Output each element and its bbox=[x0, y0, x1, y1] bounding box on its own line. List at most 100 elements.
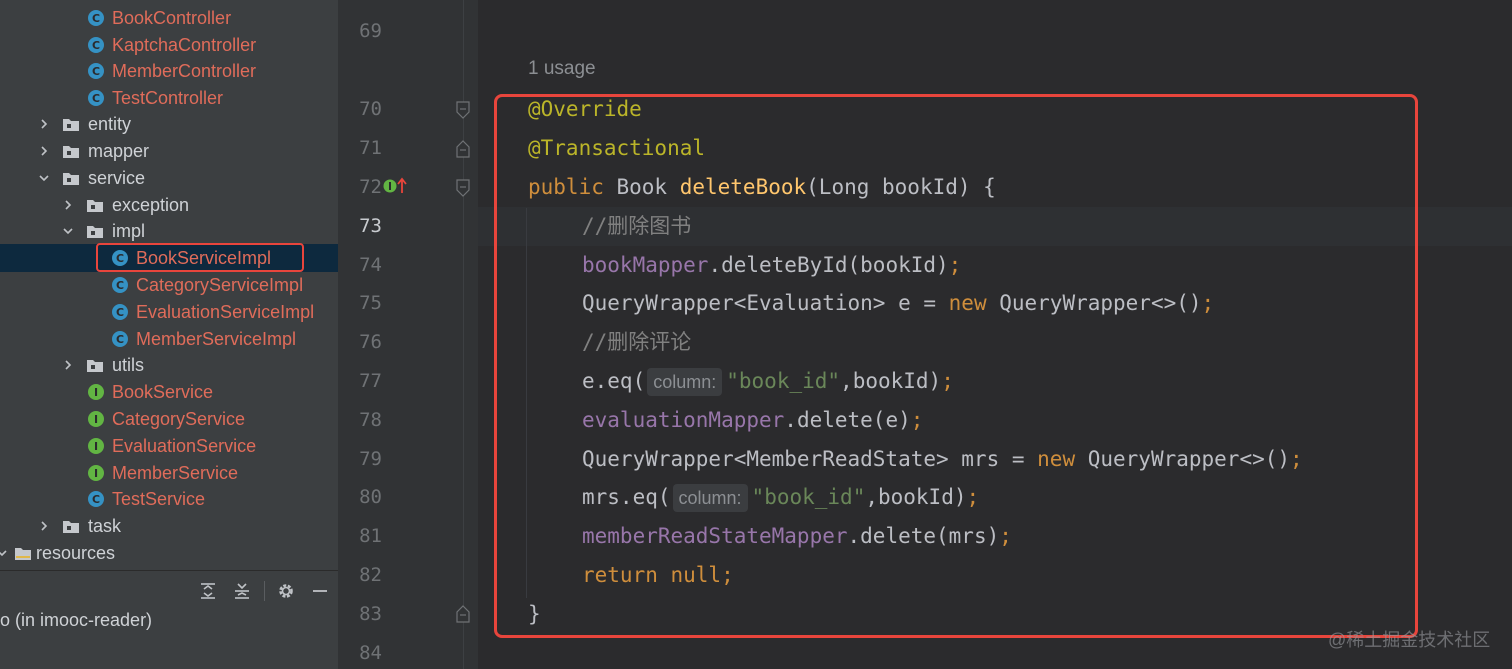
editor-gutter: 69 70 71 72 73 74 75 76 77 78 79 80 81 8… bbox=[338, 0, 478, 669]
tree-item-kaptcha-controller[interactable]: C KaptchaController bbox=[88, 32, 256, 58]
chevron-right-icon[interactable] bbox=[36, 111, 52, 137]
tree-item-label: mapper bbox=[88, 140, 150, 161]
tree-item-label: EvaluationService bbox=[112, 435, 257, 456]
tree-item-label: BookController bbox=[112, 7, 232, 28]
class-icon: C bbox=[88, 10, 104, 26]
project-tree-panel: C BookController C KaptchaController C M… bbox=[0, 0, 338, 669]
tree-item-test-service[interactable]: C TestService bbox=[88, 486, 205, 512]
class-icon: C bbox=[112, 304, 128, 320]
tree-item-book-service[interactable]: I BookService bbox=[88, 379, 213, 405]
tree-toolbar bbox=[0, 570, 338, 610]
chevron-right-icon[interactable] bbox=[36, 513, 52, 539]
fold-icon[interactable] bbox=[456, 140, 470, 158]
expand-all-icon bbox=[201, 583, 215, 599]
tree-item-label: MemberService bbox=[112, 462, 239, 483]
selection-highlight-box bbox=[96, 243, 304, 272]
tree-item-member-service-impl[interactable]: C MemberServiceImpl bbox=[112, 326, 296, 352]
line-number: 70 bbox=[359, 98, 382, 120]
hide-panel-button[interactable] bbox=[308, 579, 332, 603]
tree-item-category-service-impl[interactable]: C CategoryServiceImpl bbox=[112, 272, 303, 298]
tree-item-book-controller[interactable]: C BookController bbox=[88, 5, 231, 31]
implements-method-marker[interactable] bbox=[382, 176, 410, 196]
tree-item-evaluation-service-impl[interactable]: C EvaluationServiceImpl bbox=[112, 299, 314, 325]
chevron-right-icon[interactable] bbox=[60, 192, 76, 218]
tree-item-label: TestService bbox=[112, 488, 206, 509]
tree-item-task[interactable]: task bbox=[62, 513, 121, 539]
package-icon bbox=[87, 360, 103, 372]
run-config-label: o (in imooc-reader) bbox=[0, 610, 153, 630]
resources-folder-icon bbox=[15, 548, 31, 560]
interface-icon: I bbox=[88, 438, 104, 454]
settings-button[interactable] bbox=[274, 579, 298, 603]
line-number-current: 73 bbox=[359, 215, 382, 237]
minimize-icon bbox=[313, 590, 327, 592]
tree-item-label: MemberController bbox=[112, 60, 257, 81]
line-number: 75 bbox=[359, 292, 382, 314]
chevron-down-icon[interactable] bbox=[60, 218, 76, 244]
expand-all-button[interactable] bbox=[196, 579, 220, 603]
tree-item-mapper[interactable]: mapper bbox=[62, 138, 149, 164]
collapse-all-button[interactable] bbox=[230, 579, 254, 603]
tree-item-service[interactable]: service bbox=[62, 165, 145, 191]
tree-item-label: entity bbox=[88, 113, 132, 134]
tree-item-label: CategoryService bbox=[112, 408, 246, 429]
class-icon: C bbox=[112, 331, 128, 347]
tree-item-member-service[interactable]: I MemberService bbox=[88, 460, 238, 486]
line-number: 77 bbox=[359, 370, 382, 392]
tree-item-category-service[interactable]: I CategoryService bbox=[88, 406, 245, 432]
chevron-down-icon[interactable] bbox=[36, 165, 52, 191]
line-number: 83 bbox=[359, 603, 382, 625]
tree-item-entity[interactable]: entity bbox=[62, 111, 131, 137]
class-icon: C bbox=[88, 37, 104, 53]
package-icon bbox=[87, 200, 103, 212]
tree-item-resources[interactable]: resources bbox=[14, 540, 115, 566]
line-number: 82 bbox=[359, 564, 382, 586]
fold-icon[interactable] bbox=[456, 101, 470, 119]
tree-item-test-controller[interactable]: C TestController bbox=[88, 85, 223, 111]
tree-item-impl[interactable]: impl bbox=[86, 218, 145, 244]
toolbar-separator bbox=[264, 581, 265, 601]
package-icon bbox=[63, 119, 79, 131]
chevron-down-icon[interactable] bbox=[0, 540, 10, 566]
tree-item-member-controller[interactable]: C MemberController bbox=[88, 58, 256, 84]
tree-item-label: KaptchaController bbox=[112, 34, 257, 55]
interface-icon: I bbox=[88, 411, 104, 427]
line-number: 72 bbox=[359, 176, 382, 198]
line-number: 84 bbox=[359, 642, 382, 664]
line-number: 79 bbox=[359, 448, 382, 470]
tree-item-utils[interactable]: utils bbox=[86, 352, 144, 378]
package-icon bbox=[63, 173, 79, 185]
implements-arrow-icon bbox=[383, 177, 407, 193]
tree-item-label: task bbox=[88, 515, 122, 536]
fold-icon[interactable] bbox=[456, 179, 470, 197]
line-number: 74 bbox=[359, 254, 382, 276]
line-number: 78 bbox=[359, 409, 382, 431]
class-icon: C bbox=[88, 491, 104, 507]
class-icon: C bbox=[88, 63, 104, 79]
interface-icon: I bbox=[88, 384, 104, 400]
line-number: 71 bbox=[359, 137, 382, 159]
tree-item-label: TestController bbox=[112, 87, 224, 108]
line-number: 76 bbox=[359, 331, 382, 353]
gear-icon bbox=[279, 584, 293, 598]
fold-icon[interactable] bbox=[456, 605, 470, 623]
code-editor[interactable]: 1 usage @Override @Transactional public … bbox=[478, 0, 1512, 669]
tree-item-label: resources bbox=[36, 542, 116, 563]
tree-item-exception[interactable]: exception bbox=[86, 192, 189, 218]
tree-item-label: utils bbox=[112, 354, 145, 375]
class-icon: C bbox=[88, 90, 104, 106]
tree-item-evaluation-service[interactable]: I EvaluationService bbox=[88, 433, 256, 459]
interface-icon: I bbox=[88, 465, 104, 481]
code-highlight-box bbox=[494, 94, 1418, 638]
collapse-all-icon bbox=[235, 583, 249, 599]
tree-item-label: MemberServiceImpl bbox=[136, 328, 297, 349]
package-icon bbox=[63, 521, 79, 533]
line-number: 81 bbox=[359, 525, 382, 547]
chevron-right-icon[interactable] bbox=[60, 352, 76, 378]
usage-hint[interactable]: 1 usage bbox=[528, 58, 596, 80]
chevron-right-icon[interactable] bbox=[36, 138, 52, 164]
tree-item-label: exception bbox=[112, 194, 190, 215]
watermark: @稀土掘金技术社区 bbox=[1328, 630, 1491, 650]
tree-item-label: BookService bbox=[112, 381, 214, 402]
line-number: 69 bbox=[359, 20, 382, 42]
